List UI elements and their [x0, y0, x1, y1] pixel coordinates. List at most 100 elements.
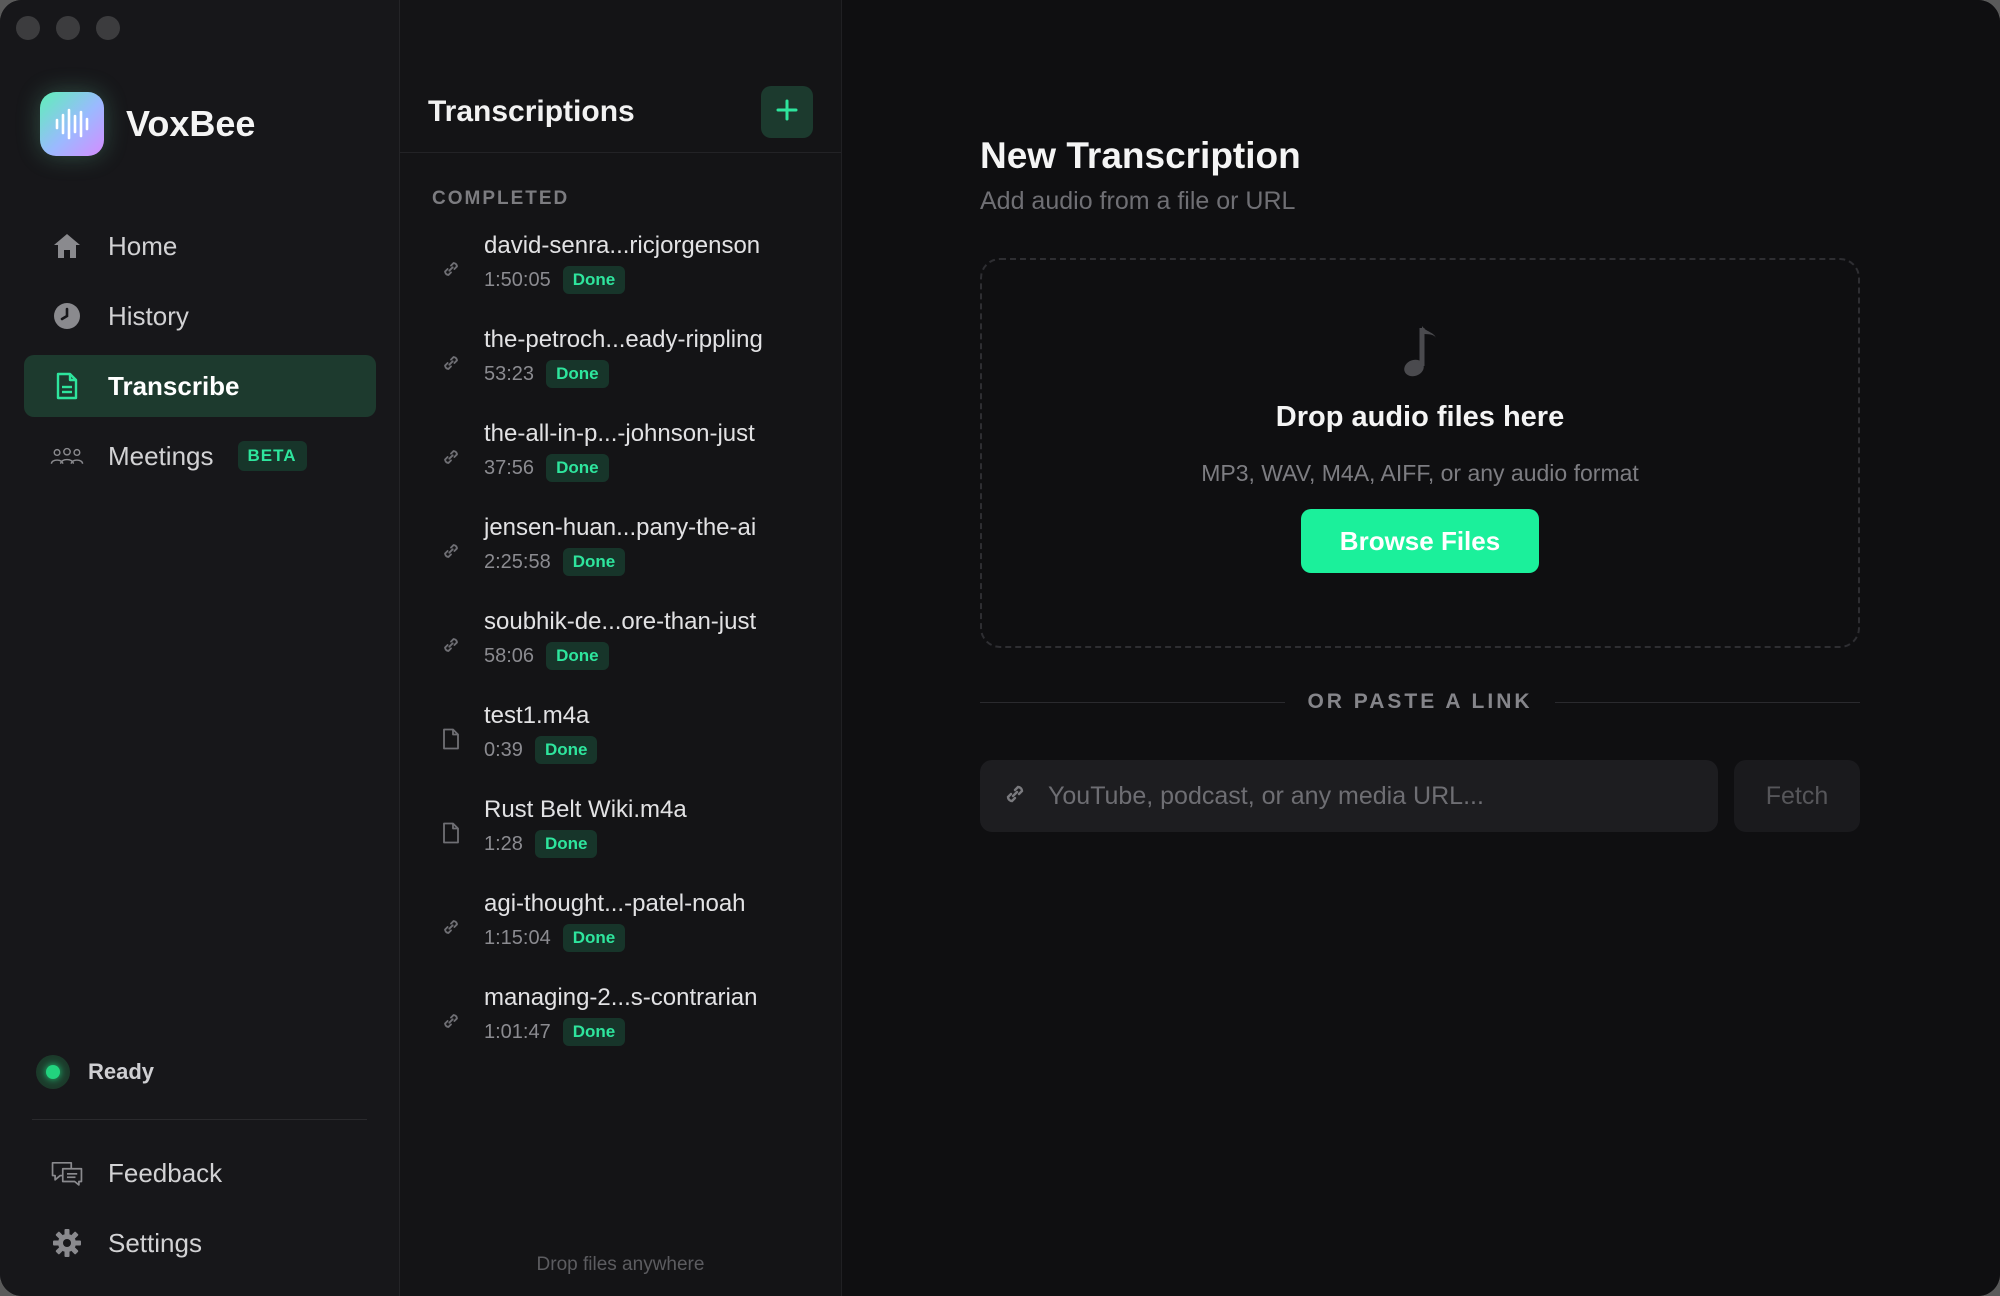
link-icon	[436, 442, 466, 472]
list-item[interactable]: agi-thought...-patel-noah 1:15:04 Done	[400, 888, 841, 982]
item-name: managing-2...s-contrarian	[484, 984, 758, 1011]
clock-icon	[50, 299, 84, 333]
status-dot-icon	[36, 1055, 70, 1089]
transcriptions-header: Transcriptions	[428, 84, 813, 140]
status-label: Ready	[88, 1059, 155, 1084]
sidebar-item-label: Settings	[108, 1227, 202, 1258]
list-item[interactable]: managing-2...s-contrarian 1:01:47 Done	[400, 982, 841, 1076]
status-badge: Done	[534, 736, 598, 764]
status-badge: Done	[562, 266, 626, 294]
zoom-window-button[interactable]	[96, 16, 120, 40]
new-transcription-button[interactable]	[761, 86, 813, 138]
sidebar-item-transcribe[interactable]: Transcribe	[24, 355, 376, 417]
sidebar-item-label: History	[108, 300, 189, 331]
sidebar-item-home[interactable]: Home	[24, 215, 376, 277]
item-name: the-petroch...eady-rippling	[484, 326, 763, 353]
transcription-list: david-senra...ricjorgenson 1:50:05 Done the…	[400, 230, 841, 1076]
page-subtitle: Add audio from a file or URL	[980, 187, 1296, 215]
url-row: Fetch	[980, 760, 1860, 832]
item-duration: 0:39	[484, 738, 523, 761]
link-icon	[436, 1006, 466, 1036]
status-badge: Done	[562, 548, 626, 576]
gear-icon	[50, 1226, 84, 1260]
item-name: jensen-huan...pany-the-ai	[484, 514, 757, 541]
link-icon	[1002, 781, 1028, 812]
file-icon	[436, 818, 466, 848]
list-item[interactable]: the-petroch...eady-rippling 53:23 Done	[400, 324, 841, 418]
status-badge: Done	[534, 830, 598, 858]
link-icon	[436, 254, 466, 284]
page-title: New Transcription	[980, 135, 1301, 176]
list-item[interactable]: jensen-huan...pany-the-ai 2:25:58 Done	[400, 512, 841, 606]
status-badge: Done	[546, 642, 609, 670]
brand: VoxBee	[40, 92, 255, 156]
app-name: VoxBee	[126, 103, 256, 144]
sidebar-item-label: Meetings	[108, 440, 214, 471]
link-icon	[436, 630, 466, 660]
home-icon	[50, 229, 84, 263]
status-indicator: Ready	[36, 1055, 154, 1089]
sidebar: VoxBee Home History Transcribe Meetings …	[0, 0, 400, 1296]
divider-label: OR PASTE A LINK	[1307, 690, 1533, 713]
item-duration: 1:50:05	[484, 268, 551, 291]
item-duration: 1:01:47	[484, 1020, 551, 1043]
sidebar-item-settings[interactable]: Settings	[24, 1212, 376, 1274]
item-duration: 1:28	[484, 832, 523, 855]
sidebar-item-meetings[interactable]: Meetings BETA	[24, 425, 376, 487]
people-icon	[50, 439, 84, 473]
status-badge: Done	[562, 924, 626, 952]
list-item[interactable]: david-senra...ricjorgenson 1:50:05 Done	[400, 230, 841, 324]
plus-icon	[775, 98, 799, 127]
browse-files-button[interactable]: Browse Files	[1301, 509, 1539, 573]
item-duration: 53:23	[484, 362, 535, 385]
url-input[interactable]	[1046, 780, 1718, 812]
list-item[interactable]: Rust Belt Wiki.m4a 1:28 Done	[400, 794, 841, 888]
sidebar-item-history[interactable]: History	[24, 285, 376, 347]
sidebar-item-label: Feedback	[108, 1157, 223, 1188]
dropzone-title: Drop audio files here	[1275, 401, 1565, 433]
sidebar-nav: Home History Transcribe Meetings BETA	[24, 215, 376, 495]
link-icon	[436, 912, 466, 942]
window-controls	[16, 16, 120, 40]
item-duration: 58:06	[484, 644, 535, 667]
panel-divider	[400, 152, 841, 153]
url-field[interactable]	[980, 760, 1718, 832]
or-divider: OR PASTE A LINK	[980, 690, 1860, 714]
fetch-button[interactable]: Fetch	[1734, 760, 1860, 832]
item-name: Rust Belt Wiki.m4a	[484, 796, 687, 823]
sidebar-item-label: Transcribe	[108, 370, 240, 401]
sidebar-item-feedback[interactable]: Feedback	[24, 1142, 376, 1204]
item-name: soubhik-de...ore-than-just	[484, 608, 757, 635]
item-name: david-senra...ricjorgenson	[484, 232, 761, 259]
sidebar-bottom-nav: Feedback Settings	[24, 1142, 376, 1282]
item-name: test1.m4a	[484, 702, 590, 729]
sidebar-item-label: Home	[108, 230, 178, 261]
dropzone-subtitle: MP3, WAV, M4A, AIFF, or any audio format	[1201, 460, 1639, 486]
item-name: the-all-in-p...-johnson-just	[484, 420, 755, 447]
list-item[interactable]: the-all-in-p...-johnson-just 37:56 Done	[400, 418, 841, 512]
status-badge: Done	[562, 1018, 626, 1046]
list-item[interactable]: test1.m4a 0:39 Done	[400, 700, 841, 794]
waveform-logo-icon	[40, 92, 104, 156]
item-duration: 1:15:04	[484, 926, 551, 949]
section-label-completed: COMPLETED	[432, 188, 570, 209]
item-duration: 37:56	[484, 456, 535, 479]
file-icon	[436, 724, 466, 754]
list-item[interactable]: soubhik-de...ore-than-just 58:06 Done	[400, 606, 841, 700]
status-badge: Done	[546, 454, 609, 482]
music-note-icon	[1400, 322, 1440, 387]
sidebar-divider	[32, 1119, 367, 1120]
item-duration: 2:25:58	[484, 550, 551, 573]
link-icon	[436, 536, 466, 566]
minimize-window-button[interactable]	[56, 16, 80, 40]
beta-badge: BETA	[237, 441, 307, 471]
close-window-button[interactable]	[16, 16, 40, 40]
app-window: VoxBee Home History Transcribe Meetings …	[0, 0, 2000, 1296]
audio-dropzone[interactable]: Drop audio files here MP3, WAV, M4A, AIF…	[980, 258, 1860, 648]
link-icon	[436, 348, 466, 378]
transcriptions-panel: Transcriptions COMPLETED david-senra...r…	[400, 0, 842, 1296]
status-badge: Done	[546, 360, 609, 388]
document-icon	[50, 369, 84, 403]
main-content: New Transcription Add audio from a file …	[842, 0, 2000, 1296]
chat-icon	[50, 1156, 84, 1190]
